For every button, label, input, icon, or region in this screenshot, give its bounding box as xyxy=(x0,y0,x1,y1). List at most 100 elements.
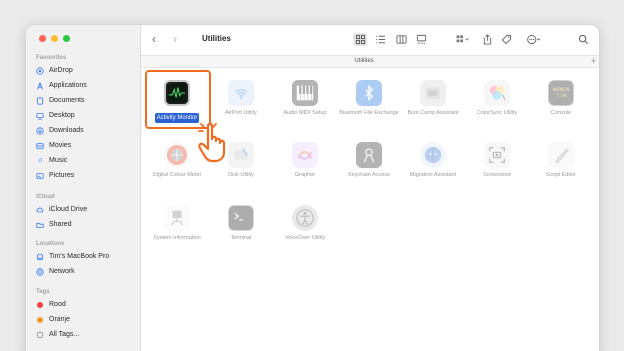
svg-text:7:36: 7:36 xyxy=(556,93,567,99)
app-label: Bluetooth File Exchange xyxy=(339,110,399,116)
orange-tag-icon xyxy=(37,316,43,323)
sidebar-item-desktop[interactable]: Desktop xyxy=(36,109,75,122)
app-boot-camp-assistant[interactable]: Boot Camp Assistant xyxy=(401,80,465,117)
app-label: Console xyxy=(550,110,572,116)
app-terminal[interactable]: Terminal xyxy=(209,205,273,242)
sidebar-item-label: iCloud Drive xyxy=(49,206,88,213)
audio-midi-icon xyxy=(292,80,318,106)
sidebar-item-airdrop[interactable]: AirDrop xyxy=(36,64,73,77)
column-view-icon[interactable] xyxy=(394,33,408,46)
sidebar-item-music[interactable]: ♫ Music xyxy=(36,154,67,167)
sidebar-item-downloads[interactable]: Downloads xyxy=(36,124,84,137)
favourites-heading: Favourites xyxy=(36,55,67,61)
locations-heading: Locations xyxy=(36,241,65,247)
keychain-icon xyxy=(356,142,382,168)
zoom-button[interactable] xyxy=(63,35,70,42)
sidebar-item-label: AirDrop xyxy=(49,67,73,74)
music-icon: ♫ xyxy=(37,157,43,164)
app-airport-utility[interactable]: AirPort Utility xyxy=(209,80,273,117)
tag-icon[interactable] xyxy=(499,33,513,46)
sidebar-item-label: Desktop xyxy=(49,112,75,119)
laptop-icon xyxy=(36,253,44,261)
app-keychain-access[interactable]: Keychain Access xyxy=(337,142,401,179)
app-label: Keychain Access xyxy=(348,172,390,178)
svg-text:WARNIN: WARNIN xyxy=(553,87,570,93)
console-icon: WARNIN 7:36 xyxy=(548,80,574,106)
app-label: System Information xyxy=(153,235,201,241)
app-label: VoiceOver Utility xyxy=(284,235,326,241)
search-icon[interactable] xyxy=(576,33,590,46)
tags-heading: Tags xyxy=(36,289,50,295)
path-bar-label: Utilities xyxy=(354,58,374,64)
sidebar-item-label: Movies xyxy=(49,142,72,149)
minimize-button[interactable] xyxy=(51,35,58,42)
app-label: Grapher xyxy=(294,172,316,178)
pointing-hand-cursor-icon xyxy=(198,122,226,163)
red-tag-icon xyxy=(37,301,43,308)
sidebar-item-all-tags[interactable]: All Tags... xyxy=(36,328,79,341)
documents-icon xyxy=(36,96,44,105)
sidebar-item-label: Rood xyxy=(49,301,66,308)
sidebar-item-icloud-drive[interactable]: iCloud Drive xyxy=(36,203,87,216)
app-label: Terminal xyxy=(230,235,252,241)
gallery-view-icon[interactable] xyxy=(414,33,428,46)
app-activity-monitor[interactable]: Activity Monitor xyxy=(145,80,209,124)
sidebar-item-label: Applications xyxy=(49,82,87,89)
movies-icon xyxy=(36,142,44,150)
system-information-icon xyxy=(164,205,190,231)
app-audio-midi-setup[interactable]: Audio MIDI Setup xyxy=(273,80,337,117)
app-label: Disk Utility xyxy=(228,172,254,178)
back-button[interactable]: ‹ xyxy=(152,33,156,45)
desktop-icon xyxy=(36,112,44,120)
more-actions-icon[interactable] xyxy=(523,33,545,46)
app-colorsync-utility[interactable]: ColorSync Utility xyxy=(465,80,529,117)
sidebar-item-shared[interactable]: Shared xyxy=(36,218,72,231)
app-label: Boot Camp Assistant xyxy=(407,110,459,116)
script-editor-icon xyxy=(548,142,574,168)
terminal-icon xyxy=(228,205,254,231)
share-icon[interactable] xyxy=(480,33,494,46)
group-by-icon[interactable] xyxy=(453,33,473,46)
screenshot-icon xyxy=(484,142,510,168)
app-system-information[interactable]: System Information xyxy=(145,205,209,242)
sidebar-item-movies[interactable]: Movies xyxy=(36,139,71,152)
app-label: ColorSync Utility xyxy=(476,110,518,116)
grapher-icon xyxy=(292,142,318,168)
sidebar-item-pictures[interactable]: Pictures xyxy=(36,169,74,182)
sidebar-item-label: Music xyxy=(49,157,68,164)
colorsync-icon xyxy=(484,80,510,106)
toolbar: ‹ › Utilities xyxy=(141,25,599,55)
app-label: AirPort Utility xyxy=(225,110,257,116)
close-button[interactable] xyxy=(39,35,46,42)
app-label: Activity Monitor xyxy=(154,113,200,124)
forward-button[interactable]: › xyxy=(173,33,177,45)
airport-utility-icon xyxy=(228,80,254,106)
app-screenshot[interactable]: Screenshot xyxy=(465,142,529,179)
sidebar: Favourites AirDrop Applications Document… xyxy=(26,25,141,351)
list-view-icon[interactable] xyxy=(373,33,387,46)
icon-view-icon[interactable] xyxy=(353,33,367,46)
network-icon xyxy=(36,267,44,276)
app-console[interactable]: WARNIN 7:36 Console xyxy=(529,80,593,117)
add-tab-button[interactable]: + xyxy=(591,56,596,66)
app-migration-assistant[interactable]: Migration Assistant xyxy=(401,142,465,179)
bluetooth-icon xyxy=(356,80,382,106)
app-voiceover-utility[interactable]: VoiceOver Utility xyxy=(273,205,337,242)
tags-icon xyxy=(36,331,44,339)
window-title: Utilities xyxy=(202,34,231,43)
sidebar-item-macbook[interactable]: Tim's MacBook Pro xyxy=(36,250,109,263)
sidebar-item-label: Network xyxy=(49,268,75,275)
sidebar-item-documents[interactable]: Documents xyxy=(36,94,84,107)
sidebar-item-tag-oranje[interactable]: Oranje xyxy=(36,313,70,326)
app-script-editor[interactable]: Script Editor xyxy=(529,142,593,179)
sidebar-item-tag-rood[interactable]: Rood xyxy=(36,298,66,311)
app-bluetooth-file-exchange[interactable]: Bluetooth File Exchange xyxy=(337,80,401,117)
sidebar-item-label: Documents xyxy=(49,97,85,104)
sidebar-item-label: Oranje xyxy=(49,316,71,323)
finder-window: Favourites AirDrop Applications Document… xyxy=(25,24,600,351)
sidebar-item-network[interactable]: Network xyxy=(36,265,75,278)
cloud-icon xyxy=(36,206,44,214)
app-grapher[interactable]: Grapher xyxy=(273,142,337,179)
downloads-icon xyxy=(36,126,44,135)
sidebar-item-applications[interactable]: Applications xyxy=(36,79,87,92)
